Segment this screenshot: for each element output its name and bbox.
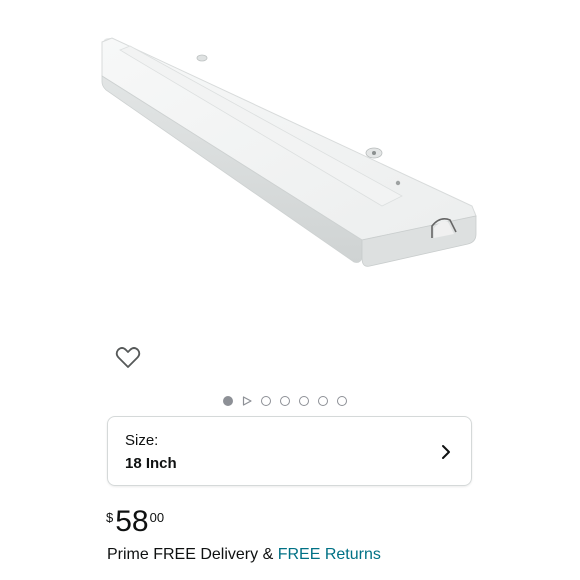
product-image[interactable] (90, 20, 510, 300)
size-value: 18 Inch (125, 455, 177, 472)
size-label: Size: (125, 432, 159, 449)
carousel-dot[interactable] (318, 396, 328, 406)
free-returns-link[interactable]: FREE Returns (278, 546, 381, 563)
carousel-dot-active[interactable] (223, 396, 233, 406)
image-carousel-indicators (223, 396, 347, 406)
carousel-dot[interactable] (280, 396, 290, 406)
carousel-dot[interactable] (261, 396, 271, 406)
chevron-right-icon (442, 445, 450, 459)
delivery-text: Prime FREE Delivery & (107, 546, 278, 563)
price-whole: 58 (115, 505, 149, 538)
price: $ 58 00 (106, 507, 164, 537)
price-fraction: 00 (149, 510, 165, 525)
size-selector[interactable]: Size: 18 Inch (107, 416, 472, 486)
carousel-dot[interactable] (337, 396, 347, 406)
heart-outline-icon[interactable] (114, 344, 142, 372)
delivery-info: Prime FREE Delivery & FREE Returns (107, 546, 381, 564)
video-play-icon[interactable] (242, 396, 252, 406)
price-currency-symbol: $ (106, 510, 114, 525)
carousel-dot[interactable] (299, 396, 309, 406)
